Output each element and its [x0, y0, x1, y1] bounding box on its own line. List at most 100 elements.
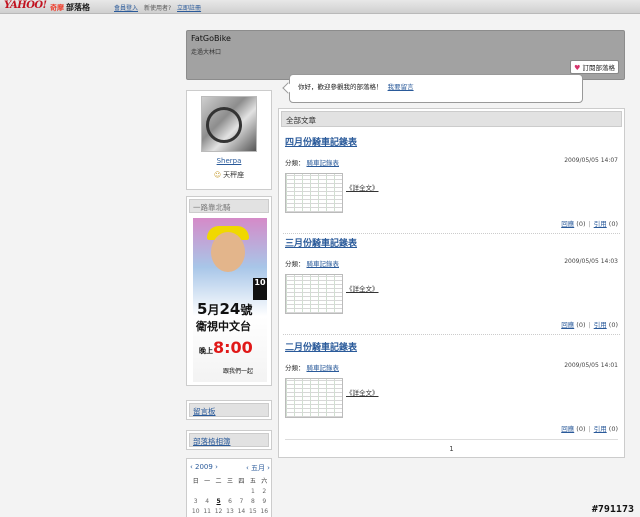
guestbook-link[interactable]: 留言板 [189, 403, 269, 417]
article-thumbnail[interactable] [285, 274, 343, 314]
blog-title: FatGoBike [191, 34, 231, 43]
reply-link[interactable]: 回應 [561, 220, 574, 228]
leave-message-link[interactable]: 我要留言 [388, 83, 414, 91]
article-category: 分類： 騎車記錄表 [285, 260, 340, 268]
calendar-day [190, 488, 201, 495]
poster-join-text: 跟我們一起 [223, 368, 254, 375]
top-bar: YAHOO! 奇摩 部落格 會員登入 新使用者? 立即註冊 [0, 0, 640, 14]
category-link[interactable]: 騎車記錄表 [307, 364, 340, 372]
calendar-day [201, 488, 212, 495]
blog-service-label[interactable]: 部落格 [66, 2, 90, 13]
article-title-link[interactable]: 二月份騎車記錄表 [285, 340, 357, 353]
article-thumbnail[interactable] [285, 378, 343, 418]
calendar-day: 11 [203, 508, 211, 515]
poster-badge: 10 [253, 278, 267, 300]
category-link[interactable]: 騎車記錄表 [307, 159, 340, 167]
quote-link[interactable]: 引用 [594, 220, 607, 228]
calendar-day: 14 [237, 508, 246, 515]
quote-link[interactable]: 引用 [594, 321, 607, 329]
reply-link[interactable]: 回應 [561, 321, 574, 329]
divider [283, 334, 620, 335]
register-link[interactable]: 立即註冊 [177, 5, 201, 12]
quote-link[interactable]: 引用 [594, 425, 607, 433]
calendar-year-nav[interactable]: ‹ 2009 › [190, 463, 218, 471]
divider [283, 233, 620, 234]
blog-subtitle: 走過大林口 [191, 49, 222, 56]
quote-count: (0) [608, 321, 618, 329]
article-category: 分類： 騎車記錄表 [285, 364, 340, 372]
heart-icon: ♥ [574, 64, 581, 72]
pagination: 1 [279, 445, 624, 453]
article-item: 二月份騎車記錄表 分類： 騎車記錄表 2009/05/05 14:01 《詳全文》… [279, 340, 624, 444]
calendar-dow: 二 [215, 478, 222, 485]
blog-header: FatGoBike 走過大林口 ♥ 訂閱部落格 [186, 30, 625, 80]
new-user-label: 新使用者? [143, 5, 172, 12]
calendar-day: 10 [191, 508, 200, 515]
article-thumbnail[interactable] [285, 173, 343, 213]
article-category: 分類： 騎車記錄表 [285, 159, 340, 167]
account-links: 會員登入 新使用者? 立即註冊 [114, 3, 205, 12]
poster-panel-title: 一路靠北騎 [189, 199, 269, 213]
article-list-header: 全部文章 [281, 111, 622, 127]
zodiac-info: ☺ 天秤座 [187, 170, 271, 180]
face-graphic [211, 232, 245, 272]
calendar-day: 13 [226, 508, 234, 515]
calendar-month-nav[interactable]: ‹ 五月 › [246, 463, 270, 473]
calendar-day: 12 [214, 508, 223, 515]
guestbook-panel: 留言板 [186, 400, 272, 420]
welcome-text: 你好，歡迎參觀我的部落格！ [298, 83, 383, 91]
article-title-link[interactable]: 四月份騎車記錄表 [285, 135, 357, 148]
calendar-dow: 一 [204, 478, 211, 485]
profile-panel: Sherpa ☺ 天秤座 [186, 90, 272, 190]
article-actions: 回應 (0) | 引用 (0) [561, 220, 618, 228]
reply-count: (0) [576, 321, 586, 329]
calendar-day: 3 [193, 498, 198, 505]
calendar-panel: ‹ 2009 › ‹ 五月 › 日 一 二 三 四 五 六 1 2 3 4 5 … [186, 458, 272, 517]
bike-wheel-graphic [206, 107, 242, 143]
poster-channel: 衛視中文台 [196, 320, 251, 333]
article-list-panel: 全部文章 四月份騎車記錄表 分類： 騎車記錄表 2009/05/05 14:07 … [278, 108, 625, 458]
welcome-bubble: 你好，歡迎參觀我的部落格！ 我要留言 [282, 74, 583, 103]
reply-link[interactable]: 回應 [561, 425, 574, 433]
tv-poster-image[interactable]: 10 5月24號 衛視中文台 晚上8:00 跟我們一起 [193, 218, 267, 382]
calendar-day: 6 [228, 498, 232, 505]
calendar-dow: 五 [249, 478, 256, 485]
article-actions: 回應 (0) | 引用 (0) [561, 425, 618, 433]
person-icon: ☺ [213, 171, 222, 179]
subscribe-button[interactable]: ♥ 訂閱部落格 [570, 60, 619, 74]
read-more-link[interactable]: 《詳全文》 [346, 182, 379, 192]
album-link[interactable]: 部落格相簿 [189, 433, 269, 447]
calendar-day: 16 [260, 508, 269, 515]
login-link[interactable]: 會員登入 [114, 5, 138, 12]
welcome-message: 你好，歡迎參觀我的部落格！ 我要留言 [298, 81, 414, 91]
page-number[interactable]: 1 [449, 445, 453, 453]
calendar-dow: 三 [226, 478, 233, 485]
reply-count: (0) [576, 220, 586, 228]
read-more-link[interactable]: 《詳全文》 [346, 283, 379, 293]
reply-count: (0) [576, 425, 586, 433]
calendar-dow: 六 [261, 478, 268, 485]
read-more-link[interactable]: 《詳全文》 [346, 387, 379, 397]
calendar-day: 8 [250, 498, 255, 505]
avatar[interactable] [201, 96, 257, 152]
calendar-dow: 四 [238, 478, 245, 485]
watermark-id: #791173 [591, 504, 634, 515]
article-date: 2009/05/05 14:03 [564, 258, 618, 265]
yahoo-logo[interactable]: YAHOO! [4, 0, 47, 11]
calendar-day [224, 488, 235, 495]
poster-panel: 一路靠北騎 10 5月24號 衛視中文台 晚上8:00 跟我們一起 [186, 196, 272, 386]
calendar-grid: 日 一 二 三 四 五 六 1 2 3 4 5 6 7 8 9 10 11 12… [190, 476, 270, 515]
profile-name-link[interactable]: Sherpa [217, 157, 242, 165]
article-title-link[interactable]: 三月份騎車記錄表 [285, 236, 357, 249]
category-link[interactable]: 騎車記錄表 [307, 260, 340, 268]
calendar-day: 1 [250, 488, 255, 495]
article-date: 2009/05/05 14:01 [564, 362, 618, 369]
article-date: 2009/05/05 14:07 [564, 157, 618, 164]
article-item: 三月份騎車記錄表 分類： 騎車記錄表 2009/05/05 14:03 《詳全文》… [279, 236, 624, 340]
calendar-day-highlighted[interactable]: 5 [213, 498, 224, 505]
calendar-day: 4 [205, 498, 210, 505]
subscribe-label: 訂閱部落格 [582, 64, 616, 72]
article-item: 四月份騎車記錄表 分類： 騎車記錄表 2009/05/05 14:07 《詳全文》… [279, 135, 624, 239]
calendar-day: 2 [262, 488, 267, 495]
quote-count: (0) [608, 425, 618, 433]
